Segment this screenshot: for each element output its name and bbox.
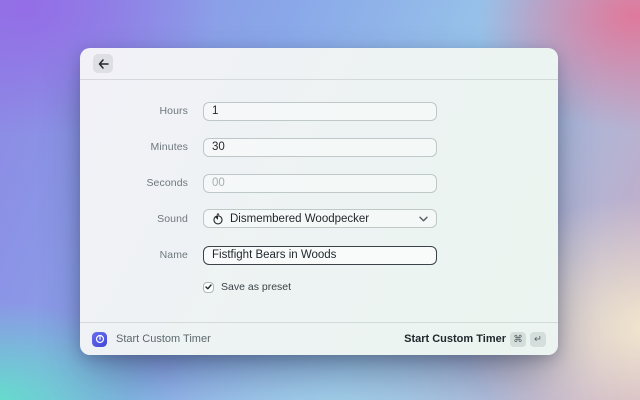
sound-dropdown-value: Dismembered Woodpecker [230,213,413,225]
sound-dropdown[interactable]: Dismembered Woodpecker [203,209,437,228]
form-row-sound: Sound Dismembered Woodpecker [80,209,558,228]
sound-label: Sound [80,213,188,225]
custom-timer-window: Hours Minutes Seconds Sound [80,48,558,355]
name-input[interactable] [203,246,437,265]
form-row-seconds: Seconds [80,173,558,192]
save-as-preset-label: Save as preset [221,281,291,293]
hours-label: Hours [80,105,188,117]
start-custom-timer-button[interactable]: Start Custom Timer [404,333,506,345]
form-row-hours: Hours [80,101,558,120]
back-button[interactable] [93,54,113,73]
seconds-label: Seconds [80,177,188,189]
hours-input[interactable] [203,102,437,121]
footer-status-label: Start Custom Timer [116,333,211,345]
window-footer: Start Custom Timer Start Custom Timer ⌘ … [80,322,558,355]
footer-primary-action[interactable]: Start Custom Timer ⌘ ↵ [404,332,546,347]
timer-icon [212,213,224,225]
save-as-preset-checkbox[interactable] [203,282,214,293]
chevron-down-icon [419,216,428,222]
name-label: Name [80,249,188,261]
form-row-name: Name [80,245,558,264]
custom-timer-form: Hours Minutes Seconds Sound [80,101,558,293]
window-header [80,48,558,80]
form-row-minutes: Minutes [80,137,558,156]
minutes-input[interactable] [203,138,437,157]
seconds-input[interactable] [203,174,437,193]
minutes-label: Minutes [80,141,188,153]
timer-app-icon [92,332,107,347]
return-key-icon: ↵ [530,332,546,347]
command-key-icon: ⌘ [510,332,526,347]
save-as-preset-row: Save as preset [203,281,558,293]
checkmark-icon [205,284,212,290]
arrow-left-icon [98,59,109,69]
